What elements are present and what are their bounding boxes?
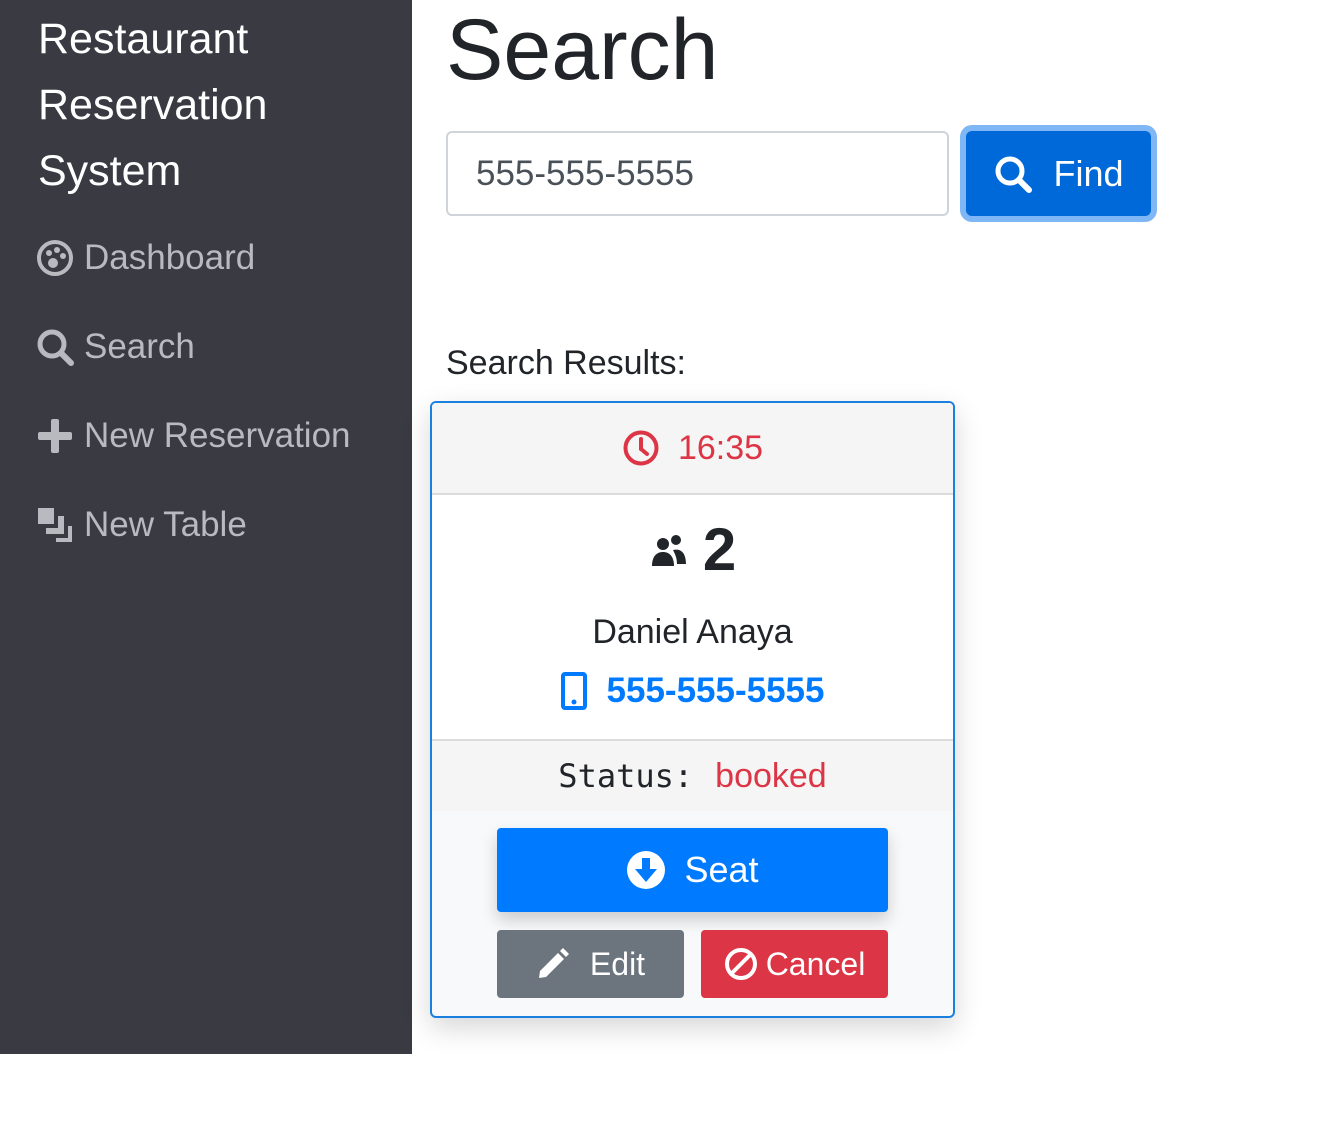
reservation-time-header: 16:35 [432,403,953,495]
search-input[interactable] [446,131,949,216]
guest-phone-number: 555-555-5555 [606,671,825,710]
guest-phone[interactable]: 555-555-5555 [432,671,953,711]
edit-button-label: Edit [589,945,646,982]
search-icon [36,328,74,366]
layers-icon [36,506,74,544]
seat-button[interactable]: Seat [497,828,888,912]
sidebar-item-new-table[interactable]: New Table [36,505,247,545]
brand-title[interactable]: Restaurant Reservation System [38,6,378,204]
party-size-value: 2 [702,516,737,583]
find-button-label: Find [1053,152,1124,194]
party-size: 2 [432,515,953,584]
sidebar-item-label: Search [84,327,195,366]
brand-line: Reservation [38,81,268,129]
reservation-time: 16:35 [677,428,764,467]
search-results-label: Search Results: [446,344,686,382]
people-icon [651,534,686,566]
mobile-phone-icon [560,672,587,710]
guest-name: Daniel Anaya [592,613,793,651]
sidebar-item-dashboard[interactable]: Dashboard [36,238,255,278]
clock-icon [623,430,659,466]
brand-line: Restaurant [38,15,249,63]
brand-line: System [38,147,182,195]
ban-icon [724,948,757,980]
sidebar: Restaurant Reservation System Dashboard … [0,0,412,1054]
reservation-card: 16:35 2 Daniel Anaya 555-555-5555 Status… [430,401,955,1018]
cancel-button[interactable]: Cancel [701,930,888,998]
seat-button-label: Seat [684,849,759,890]
sidebar-item-label: New Table [84,505,247,544]
sidebar-item-label: New Reservation [84,416,351,455]
edit-button[interactable]: Edit [497,930,684,998]
status-label: Status: [558,757,694,795]
status-badge: booked [715,756,827,795]
arrow-circle-down-icon [627,851,666,889]
search-icon [995,156,1033,193]
page-title: Search [446,2,719,98]
find-button[interactable]: Find [966,131,1151,216]
plus-icon [36,417,74,455]
sidebar-item-search[interactable]: Search [36,327,195,367]
pencil-icon [538,948,569,978]
cancel-button-label: Cancel [765,945,866,982]
sidebar-item-new-reservation[interactable]: New Reservation [36,416,351,456]
dashboard-icon [36,239,74,277]
reservation-status: Status: booked [432,741,953,811]
reservation-details: 2 Daniel Anaya 555-555-5555 [432,495,953,741]
sidebar-item-label: Dashboard [84,238,256,277]
